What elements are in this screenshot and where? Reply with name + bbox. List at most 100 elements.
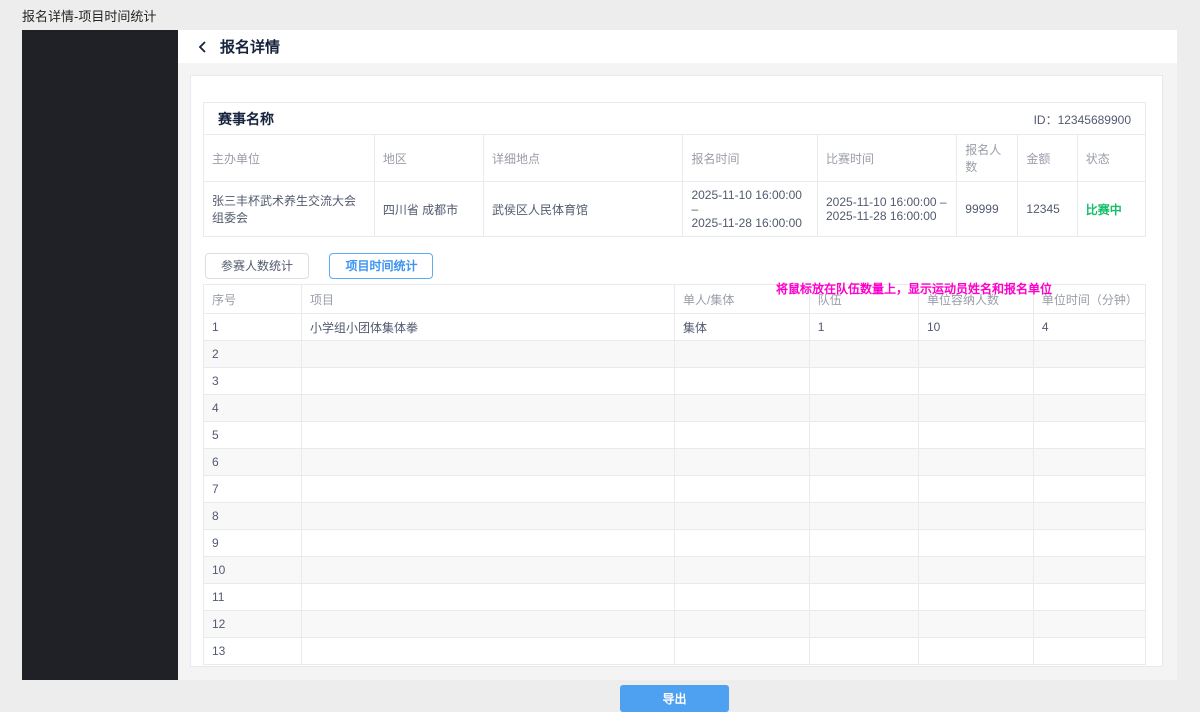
table-cell	[918, 476, 1033, 503]
table-cell	[918, 638, 1033, 665]
table-cell: 13	[204, 638, 302, 665]
table-cell: 11	[204, 584, 302, 611]
col-status: 状态	[1077, 135, 1145, 182]
table-cell: 12	[204, 611, 302, 638]
table-cell	[918, 422, 1033, 449]
table-cell	[918, 584, 1033, 611]
app-window: 报名详情 赛事名称 ID：12345689900	[22, 30, 1177, 680]
stats-column-header: 序号	[204, 285, 302, 314]
table-cell	[1033, 476, 1145, 503]
col-amount: 金额	[1018, 135, 1077, 182]
table-cell	[301, 395, 674, 422]
table-cell	[918, 368, 1033, 395]
tab-participant-count[interactable]: 参赛人数统计	[205, 253, 309, 279]
table-cell: 4	[1033, 314, 1145, 341]
table-cell	[918, 503, 1033, 530]
sidebar	[22, 30, 178, 680]
cell-amount: 12345	[1018, 182, 1077, 237]
tab-project-time[interactable]: 项目时间统计	[329, 253, 433, 279]
window-title: 报名详情-项目时间统计	[22, 6, 156, 25]
main-area: 报名详情 赛事名称 ID：12345689900	[178, 30, 1177, 680]
event-id-label: ID：	[1034, 113, 1058, 127]
stats-tabs: 参赛人数统计 项目时间统计	[205, 253, 1146, 279]
status-badge: 比赛中	[1086, 203, 1122, 217]
col-signup-count: 报名人数	[957, 135, 1018, 182]
cell-match-time: 2025-11-10 16:00:00 – 2025-11-28 16:00:0…	[818, 182, 957, 237]
table-cell	[918, 449, 1033, 476]
cell-signup-time: 2025-11-10 16:00:00 – 2025-11-28 16:00:0…	[683, 182, 818, 237]
stats-table-header-row: 序号项目单人/集体队伍单位容纳人数单位时间（分钟）	[204, 285, 1146, 314]
table-cell	[1033, 584, 1145, 611]
table-cell	[809, 503, 918, 530]
stats-column-header: 项目	[301, 285, 674, 314]
table-row: 1小学组小团体集体拳集体1104	[204, 314, 1146, 341]
col-match-time: 比赛时间	[818, 135, 957, 182]
table-cell: 6	[204, 449, 302, 476]
page-header: 报名详情	[178, 30, 1177, 63]
table-cell	[809, 449, 918, 476]
table-cell	[301, 449, 674, 476]
table-row: 11	[204, 584, 1146, 611]
table-row: 5	[204, 422, 1146, 449]
event-id-value: 12345689900	[1058, 113, 1131, 127]
content-panel: 赛事名称 ID：12345689900 主办单位 地	[190, 75, 1163, 667]
stats-column-header: 单位时间（分钟）	[1033, 285, 1145, 314]
back-icon[interactable]	[196, 40, 210, 54]
table-cell	[1033, 368, 1145, 395]
table-cell	[301, 341, 674, 368]
table-cell	[809, 611, 918, 638]
table-row: 2	[204, 341, 1146, 368]
table-cell	[674, 368, 809, 395]
table-row: 3	[204, 368, 1146, 395]
table-row: 13	[204, 638, 1146, 665]
table-cell	[1033, 395, 1145, 422]
table-cell	[809, 530, 918, 557]
table-cell	[809, 584, 918, 611]
table-cell	[809, 422, 918, 449]
table-cell	[301, 422, 674, 449]
table-cell	[301, 584, 674, 611]
table-cell	[809, 476, 918, 503]
table-cell	[809, 368, 918, 395]
table-cell	[674, 503, 809, 530]
panel-inner: 赛事名称 ID：12345689900 主办单位 地	[191, 76, 1162, 712]
table-cell	[674, 638, 809, 665]
table-cell	[301, 368, 674, 395]
table-cell	[1033, 557, 1145, 584]
table-cell: 集体	[674, 314, 809, 341]
table-cell	[918, 557, 1033, 584]
table-cell: 8	[204, 503, 302, 530]
col-signup-time: 报名时间	[683, 135, 818, 182]
table-cell: 1	[809, 314, 918, 341]
table-row: 6	[204, 449, 1146, 476]
table-cell: 7	[204, 476, 302, 503]
event-card-header: 赛事名称 ID：12345689900	[204, 103, 1145, 134]
table-cell: 9	[204, 530, 302, 557]
table-cell	[301, 638, 674, 665]
stats-column-header: 队伍	[809, 285, 918, 314]
cell-signup-count: 99999	[957, 182, 1018, 237]
cell-region: 四川省 成都市	[374, 182, 483, 237]
table-cell	[809, 638, 918, 665]
signup-time-line2: 2025-11-28 16:00:00	[691, 216, 809, 230]
table-cell: 2	[204, 341, 302, 368]
table-cell: 1	[204, 314, 302, 341]
table-cell	[674, 476, 809, 503]
table-cell	[809, 341, 918, 368]
match-time-line1: 2025-11-10 16:00:00 –	[826, 195, 948, 209]
cell-organizer: 张三丰杯武术养生交流大会组委会	[204, 182, 374, 237]
table-cell	[809, 395, 918, 422]
table-cell	[301, 557, 674, 584]
table-cell	[1033, 422, 1145, 449]
event-card: 赛事名称 ID：12345689900 主办单位 地	[203, 102, 1146, 237]
table-cell	[301, 503, 674, 530]
table-cell	[1033, 611, 1145, 638]
table-cell: 10	[204, 557, 302, 584]
table-cell	[674, 422, 809, 449]
table-cell	[809, 557, 918, 584]
table-cell: 10	[918, 314, 1033, 341]
stats-column-header: 单位容纳人数	[918, 285, 1033, 314]
table-cell	[674, 611, 809, 638]
stats-column-header: 单人/集体	[674, 285, 809, 314]
table-cell	[674, 584, 809, 611]
